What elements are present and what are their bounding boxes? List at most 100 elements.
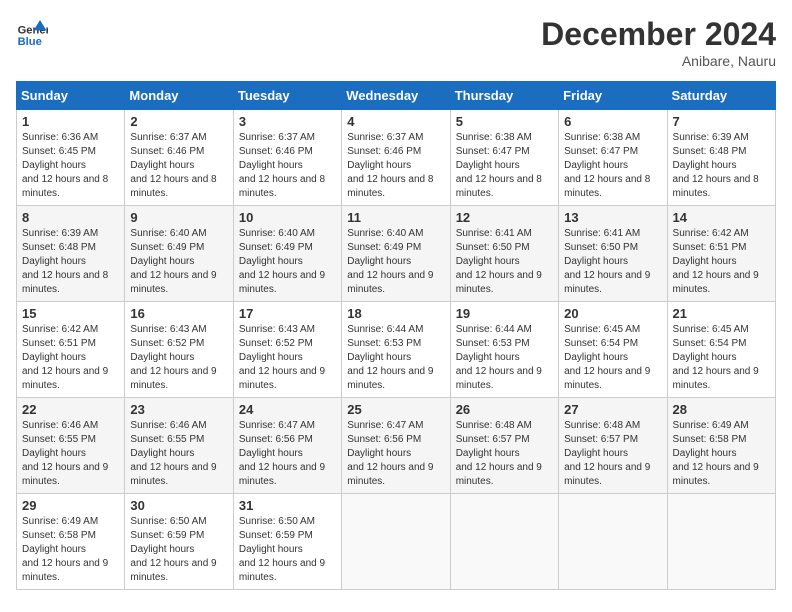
calendar-cell: 21Sunrise: 6:45 AMSunset: 6:54 PMDayligh… — [667, 302, 775, 398]
day-header-saturday: Saturday — [667, 82, 775, 110]
calendar-cell: 7 Sunrise: 6:39 AMSunset: 6:48 PMDaylight… — [667, 110, 775, 206]
calendar-cell: 2Sunrise: 6:37 AMSunset: 6:46 PMDaylight… — [125, 110, 233, 206]
day-number: 27 — [564, 402, 661, 417]
calendar-cell: 31 Sunrise: 6:50 AMSunset: 6:59 PMDayligh… — [233, 494, 341, 590]
day-info: Sunrise: 6:48 AMSunset: 6:57 PMDaylight … — [564, 419, 661, 489]
calendar-cell: 13 Sunrise: 6:41 AMSunset: 6:50 PMDayligh… — [559, 206, 667, 302]
day-number: 29 — [22, 498, 119, 513]
calendar-cell: 23 Sunrise: 6:46 AMSunset: 6:55 PMDayligh… — [125, 398, 233, 494]
day-info: Sunrise: 6:47 AMSunset: 6:56 PMDaylight … — [347, 419, 444, 489]
day-info: Sunrise: 6:40 AMSunset: 6:49 PMDaylight … — [347, 227, 444, 297]
day-number: 10 — [239, 210, 336, 225]
day-info: Sunrise: 6:39 AMSunset: 6:48 PMDaylight … — [673, 131, 770, 201]
day-number: 25 — [347, 402, 444, 417]
calendar-cell: 18Sunrise: 6:44 AMSunset: 6:53 PMDayligh… — [342, 302, 450, 398]
day-number: 23 — [130, 402, 227, 417]
day-number: 9 — [130, 210, 227, 225]
calendar-cell: 9 Sunrise: 6:40 AMSunset: 6:49 PMDaylight… — [125, 206, 233, 302]
day-header-sunday: Sunday — [17, 82, 125, 110]
calendar-cell: 28 Sunrise: 6:49 AMSunset: 6:58 PMDayligh… — [667, 398, 775, 494]
day-number: 6 — [564, 114, 661, 129]
logo: General Blue — [16, 16, 48, 48]
calendar-cell — [559, 494, 667, 590]
calendar-cell: 24Sunrise: 6:47 AMSunset: 6:56 PMDayligh… — [233, 398, 341, 494]
calendar-cell: 20 Sunrise: 6:45 AMSunset: 6:54 PMDayligh… — [559, 302, 667, 398]
day-header-wednesday: Wednesday — [342, 82, 450, 110]
calendar-table: SundayMondayTuesdayWednesdayThursdayFrid… — [16, 81, 776, 590]
day-number: 22 — [22, 402, 119, 417]
day-number: 1 — [22, 114, 119, 129]
day-number: 12 — [456, 210, 553, 225]
day-info: Sunrise: 6:50 AMSunset: 6:59 PMDaylight … — [239, 515, 336, 585]
day-info: Sunrise: 6:40 AMSunset: 6:49 PMDaylight … — [239, 227, 336, 297]
day-number: 20 — [564, 306, 661, 321]
day-info: Sunrise: 6:39 AMSunset: 6:48 PMDaylight … — [22, 227, 119, 297]
day-info: Sunrise: 6:43 AMSunset: 6:52 PMDaylight … — [130, 323, 227, 393]
month-title: December 2024 — [541, 16, 776, 53]
calendar-week-row: 1 Sunrise: 6:36 AMSunset: 6:45 PMDaylight… — [17, 110, 776, 206]
day-header-thursday: Thursday — [450, 82, 558, 110]
day-info: Sunrise: 6:41 AMSunset: 6:50 PMDaylight … — [564, 227, 661, 297]
logo-icon: General Blue — [16, 16, 48, 48]
day-info: Sunrise: 6:49 AMSunset: 6:58 PMDaylight … — [22, 515, 119, 585]
svg-text:Blue: Blue — [18, 36, 42, 48]
day-info: Sunrise: 6:37 AMSunset: 6:46 PMDaylight … — [130, 131, 227, 201]
day-info: Sunrise: 6:46 AMSunset: 6:55 PMDaylight … — [130, 419, 227, 489]
calendar-cell: 1 Sunrise: 6:36 AMSunset: 6:45 PMDaylight… — [17, 110, 125, 206]
day-number: 4 — [347, 114, 444, 129]
day-number: 28 — [673, 402, 770, 417]
calendar-week-row: 8 Sunrise: 6:39 AMSunset: 6:48 PMDaylight… — [17, 206, 776, 302]
calendar-week-row: 15 Sunrise: 6:42 AMSunset: 6:51 PMDayligh… — [17, 302, 776, 398]
day-info: Sunrise: 6:46 AMSunset: 6:55 PMDaylight … — [22, 419, 119, 489]
calendar-cell: 11Sunrise: 6:40 AMSunset: 6:49 PMDayligh… — [342, 206, 450, 302]
calendar-cell: 26 Sunrise: 6:48 AMSunset: 6:57 PMDayligh… — [450, 398, 558, 494]
title-block: December 2024 Anibare, Nauru — [541, 16, 776, 69]
calendar-cell: 16 Sunrise: 6:43 AMSunset: 6:52 PMDayligh… — [125, 302, 233, 398]
day-info: Sunrise: 6:48 AMSunset: 6:57 PMDaylight … — [456, 419, 553, 489]
calendar-cell: 19 Sunrise: 6:44 AMSunset: 6:53 PMDayligh… — [450, 302, 558, 398]
day-info: Sunrise: 6:43 AMSunset: 6:52 PMDaylight … — [239, 323, 336, 393]
calendar-cell: 15 Sunrise: 6:42 AMSunset: 6:51 PMDayligh… — [17, 302, 125, 398]
day-info: Sunrise: 6:40 AMSunset: 6:49 PMDaylight … — [130, 227, 227, 297]
day-info: Sunrise: 6:44 AMSunset: 6:53 PMDaylight … — [456, 323, 553, 393]
page-header: General Blue December 2024 Anibare, Naur… — [16, 16, 776, 69]
day-number: 30 — [130, 498, 227, 513]
calendar-cell — [450, 494, 558, 590]
day-info: Sunrise: 6:49 AMSunset: 6:58 PMDaylight … — [673, 419, 770, 489]
calendar-cell: 6Sunrise: 6:38 AMSunset: 6:47 PMDaylight… — [559, 110, 667, 206]
calendar-cell: 27 Sunrise: 6:48 AMSunset: 6:57 PMDayligh… — [559, 398, 667, 494]
day-number: 26 — [456, 402, 553, 417]
calendar-cell: 29 Sunrise: 6:49 AMSunset: 6:58 PMDayligh… — [17, 494, 125, 590]
day-number: 14 — [673, 210, 770, 225]
day-number: 31 — [239, 498, 336, 513]
calendar-cell — [342, 494, 450, 590]
day-info: Sunrise: 6:42 AMSunset: 6:51 PMDaylight … — [673, 227, 770, 297]
day-info: Sunrise: 6:47 AMSunset: 6:56 PMDaylight … — [239, 419, 336, 489]
day-info: Sunrise: 6:36 AMSunset: 6:45 PMDaylight … — [22, 131, 119, 201]
day-number: 5 — [456, 114, 553, 129]
day-info: Sunrise: 6:38 AMSunset: 6:47 PMDaylight … — [456, 131, 553, 201]
day-number: 13 — [564, 210, 661, 225]
calendar-week-row: 29 Sunrise: 6:49 AMSunset: 6:58 PMDayligh… — [17, 494, 776, 590]
day-number: 19 — [456, 306, 553, 321]
calendar-cell: 25 Sunrise: 6:47 AMSunset: 6:56 PMDayligh… — [342, 398, 450, 494]
day-info: Sunrise: 6:42 AMSunset: 6:51 PMDaylight … — [22, 323, 119, 393]
calendar-cell: 5 Sunrise: 6:38 AMSunset: 6:47 PMDaylight… — [450, 110, 558, 206]
day-number: 3 — [239, 114, 336, 129]
day-number: 8 — [22, 210, 119, 225]
calendar-cell: 22 Sunrise: 6:46 AMSunset: 6:55 PMDayligh… — [17, 398, 125, 494]
calendar-cell: 30 Sunrise: 6:50 AMSunset: 6:59 PMDayligh… — [125, 494, 233, 590]
day-number: 17 — [239, 306, 336, 321]
calendar-header-row: SundayMondayTuesdayWednesdayThursdayFrid… — [17, 82, 776, 110]
location: Anibare, Nauru — [541, 53, 776, 69]
day-number: 7 — [673, 114, 770, 129]
day-info: Sunrise: 6:50 AMSunset: 6:59 PMDaylight … — [130, 515, 227, 585]
calendar-cell: 17 Sunrise: 6:43 AMSunset: 6:52 PMDayligh… — [233, 302, 341, 398]
calendar-week-row: 22 Sunrise: 6:46 AMSunset: 6:55 PMDayligh… — [17, 398, 776, 494]
day-number: 16 — [130, 306, 227, 321]
calendar-cell: 4Sunrise: 6:37 AMSunset: 6:46 PMDaylight… — [342, 110, 450, 206]
day-header-tuesday: Tuesday — [233, 82, 341, 110]
day-info: Sunrise: 6:45 AMSunset: 6:54 PMDaylight … — [564, 323, 661, 393]
day-number: 15 — [22, 306, 119, 321]
calendar-cell: 10 Sunrise: 6:40 AMSunset: 6:49 PMDayligh… — [233, 206, 341, 302]
